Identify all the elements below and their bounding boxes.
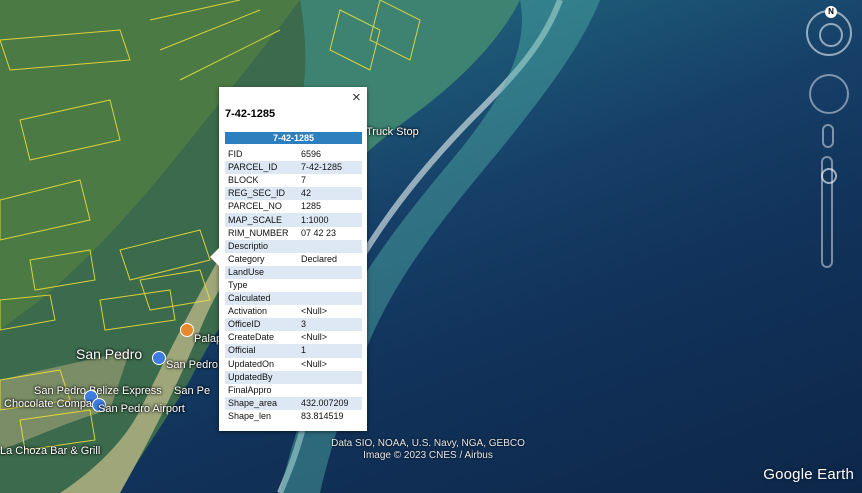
attribute-row: PARCEL_NO 1285 xyxy=(225,200,362,213)
attribute-key: UpdatedOn xyxy=(228,358,275,369)
attribute-key: OfficeID xyxy=(228,319,261,330)
attribute-row: Official 1 xyxy=(225,344,362,358)
attribute-value: <Null> xyxy=(301,306,328,317)
map-label-la-choza[interactable]: La Choza Bar & Grill xyxy=(0,445,100,457)
attribute-row: FinalAppro xyxy=(225,384,362,397)
attribute-value: 1:1000 xyxy=(301,214,329,225)
attribution-data-sources: Data SIO, NOAA, U.S. Navy, NGA, GEBCO xyxy=(331,438,525,449)
attribute-value: 432.007209 xyxy=(301,397,349,408)
attribute-key: Category xyxy=(228,253,265,264)
attribute-row: FID 6596 xyxy=(225,148,362,161)
attribute-key: Descriptio xyxy=(228,240,269,251)
compass-ring[interactable]: N xyxy=(806,6,852,56)
attribute-value: 7 xyxy=(301,175,307,186)
attribute-value xyxy=(298,292,362,305)
map-imagery xyxy=(0,0,600,493)
attribute-value: 6596 xyxy=(301,149,322,160)
attribute-row: CreateDate <Null> xyxy=(225,331,362,344)
attribute-key: REG_SEC_ID xyxy=(228,188,286,199)
attribute-value xyxy=(298,371,362,384)
attribute-row: Shape_area 432.007209 xyxy=(225,396,362,410)
pegman-icon[interactable] xyxy=(822,124,834,148)
attribute-row: Descriptio xyxy=(225,239,362,253)
attribute-row: BLOCK 7 xyxy=(225,174,362,187)
map-pin-icon[interactable] xyxy=(152,351,166,365)
compass-center-icon[interactable] xyxy=(819,23,843,47)
attribute-key: MAP_SCALE xyxy=(228,214,283,225)
attribute-row: Activation <Null> xyxy=(225,305,362,318)
navigation-controls: N xyxy=(806,4,856,274)
attribute-value: 3 xyxy=(301,319,307,330)
attribute-key: FinalAppro xyxy=(228,384,272,395)
attribute-row: UpdatedOn <Null> xyxy=(225,358,362,371)
attribute-value: Declared xyxy=(301,253,338,264)
attribute-table-header: 7-42-1285 xyxy=(225,132,362,144)
attribute-row: MAP_SCALE 1:1000 xyxy=(225,213,362,227)
attribute-key: PARCEL_NO xyxy=(228,201,282,212)
attribute-key: LandUse xyxy=(228,266,265,277)
attribute-key: PARCEL_ID xyxy=(228,162,278,173)
zoom-slider-thumb[interactable] xyxy=(821,168,837,184)
attribute-key: RIM_NUMBER xyxy=(228,227,289,238)
map-label-san-pe[interactable]: San Pe xyxy=(174,385,210,397)
attribute-table: FID 6596 PARCEL_ID 7-42-1285 BLOCK 7 REG_SEC_I… xyxy=(225,148,362,423)
map-label-san-pedro-poi[interactable]: San Pedro xyxy=(166,359,218,371)
map-label-chocolate-compass[interactable]: Chocolate Compass xyxy=(4,398,103,410)
map-label-palapa[interactable]: Palap xyxy=(194,333,222,345)
attribute-value: 83.814519 xyxy=(301,410,344,421)
attribute-row: Shape_len 83.814519 xyxy=(225,410,362,423)
attribute-value: <Null> xyxy=(301,358,328,369)
attribute-value xyxy=(298,279,362,292)
attribute-row: Category Declared xyxy=(225,253,362,266)
attribute-key: Type xyxy=(228,279,248,290)
attribute-row: REG_SEC_ID 42 xyxy=(225,187,362,201)
google-earth-logo: Google Earth xyxy=(763,466,854,483)
attribute-key: CreateDate xyxy=(228,332,275,343)
map-label-airport[interactable]: San Pedro Airport xyxy=(98,403,185,415)
map-label-san-pedro[interactable]: San Pedro xyxy=(76,346,142,362)
attribute-key: Shape_len xyxy=(228,410,272,421)
attribute-key: FID xyxy=(228,149,243,160)
attribute-value: 1 xyxy=(301,345,307,356)
map-attribution: Data SIO, NOAA, U.S. Navy, NGA, GEBCO Im… xyxy=(328,438,528,462)
attribute-key: BLOCK xyxy=(228,175,259,186)
map-label-truck-stop[interactable]: Truck Stop xyxy=(366,126,419,138)
satellite-map[interactable]: Truck Stop San Pedro San Pedro Palap San… xyxy=(0,0,862,493)
attribute-key: Shape_area xyxy=(228,397,278,408)
attribute-value xyxy=(298,266,362,279)
attribute-value: <Null> xyxy=(301,332,328,343)
popup-pointer xyxy=(210,247,220,267)
popup-title: 7-42-1285 xyxy=(225,108,276,120)
attribute-value: 07 42 23 xyxy=(301,227,337,238)
attribute-row: Calculated xyxy=(225,292,362,306)
attribute-row: RIM_NUMBER 07 42 23 xyxy=(225,227,362,240)
attribute-key: Official xyxy=(228,345,256,356)
attribute-row: Type xyxy=(225,279,362,292)
attribute-value xyxy=(298,384,362,397)
feature-info-popup: × 7-42-1285 7-42-1285 FID 6596 PARCEL_ID 7-… xyxy=(210,87,367,431)
attribute-key: UpdatedBy xyxy=(228,371,273,382)
zoom-slider[interactable] xyxy=(821,156,837,268)
attribute-row: LandUse xyxy=(225,265,362,279)
attribute-row: UpdatedBy xyxy=(225,370,362,384)
attribute-key: Calculated xyxy=(228,293,271,304)
compass-north-icon[interactable]: N xyxy=(825,6,837,18)
attribute-value: 1285 xyxy=(301,201,322,212)
attribute-row: PARCEL_ID 7-42-1285 xyxy=(225,161,362,175)
attribute-row: OfficeID 3 xyxy=(225,318,362,332)
look-around-control[interactable] xyxy=(809,74,849,114)
attribution-imagery: Image © 2023 CNES / Airbus xyxy=(363,450,493,461)
attribute-key: Activation xyxy=(228,306,268,317)
attribute-value xyxy=(298,240,362,253)
attribute-value: 7-42-1285 xyxy=(301,162,343,173)
close-icon[interactable]: × xyxy=(352,90,361,106)
restaurant-pin-icon[interactable] xyxy=(180,323,194,337)
attribute-value: 42 xyxy=(301,188,312,199)
